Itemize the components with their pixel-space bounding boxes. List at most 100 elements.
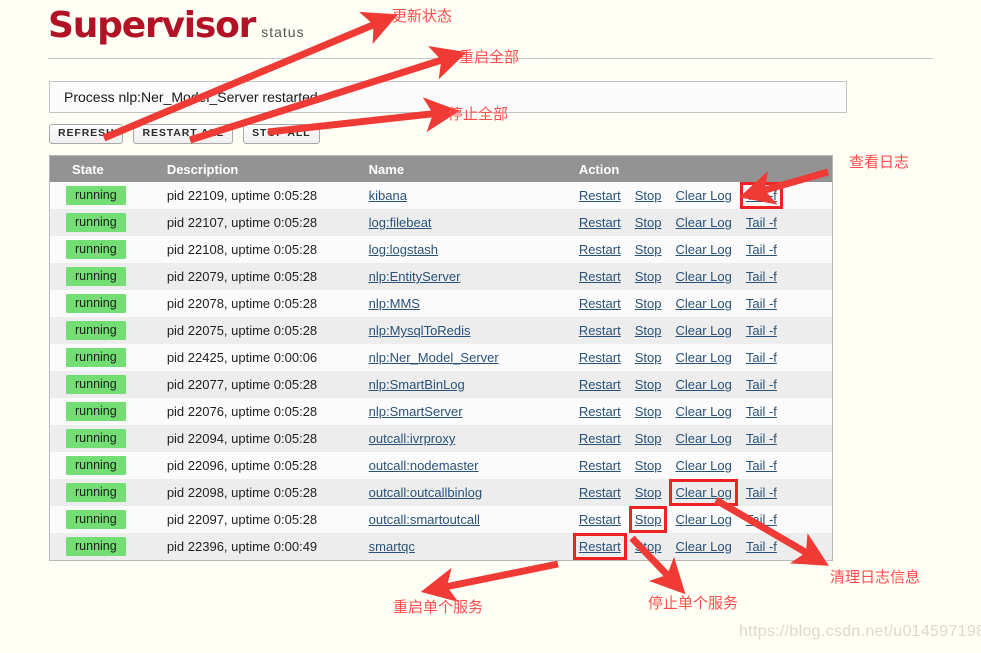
stop-action-link[interactable]: Stop (635, 296, 662, 311)
restart-action-link[interactable]: Restart (579, 539, 621, 554)
stop-action-link[interactable]: Stop (635, 350, 662, 365)
cell-action: Restart Stop Clear Log Tail -f (571, 425, 833, 452)
process-table-header: State Description Name Action (50, 156, 833, 183)
restart-action-link[interactable]: Restart (579, 323, 621, 338)
process-name-link[interactable]: outcall:ivrproxy (369, 431, 456, 446)
process-name-link[interactable]: nlp:SmartServer (369, 404, 463, 419)
restart-action-link[interactable]: Restart (579, 242, 621, 257)
restart-action-link[interactable]: Restart (579, 485, 621, 500)
cell-name: nlp:Ner_Model_Server (363, 344, 571, 371)
tail-log-action-link[interactable]: Tail -f (746, 458, 777, 473)
table-row: runningpid 22075, uptime 0:05:28nlp:Mysq… (50, 317, 833, 344)
restart-action-link[interactable]: Restart (579, 431, 621, 446)
cell-state: running (50, 263, 155, 290)
cell-state: running (50, 479, 155, 506)
cell-name: kibana (363, 182, 571, 209)
cell-description: pid 22396, uptime 0:00:49 (155, 533, 363, 560)
restart-action-link[interactable]: Restart (579, 215, 621, 230)
arrow-to-restart-single (440, 564, 558, 588)
stop-action-link[interactable]: Stop (635, 458, 662, 473)
process-name-link[interactable]: outcall:outcallbinlog (369, 485, 482, 500)
cell-description: pid 22096, uptime 0:05:28 (155, 452, 363, 479)
refresh-button[interactable]: REFRESH (49, 124, 123, 144)
table-row: runningpid 22094, uptime 0:05:28outcall:… (50, 425, 833, 452)
process-table-body: runningpid 22109, uptime 0:05:28kibanaRe… (50, 182, 833, 560)
stop-action-link[interactable]: Stop (635, 512, 662, 527)
process-name-link[interactable]: outcall:smartoutcall (369, 512, 480, 527)
clear-log-action-link[interactable]: Clear Log (675, 512, 731, 527)
tail-log-action-link[interactable]: Tail -f (746, 242, 777, 257)
stop-action-link[interactable]: Stop (635, 404, 662, 419)
tail-log-action-link[interactable]: Tail -f (746, 350, 777, 365)
process-name-link[interactable]: nlp:EntityServer (369, 269, 461, 284)
process-name-link[interactable]: log:logstash (369, 242, 438, 257)
status-badge: running (66, 483, 126, 502)
tail-log-action-link[interactable]: Tail -f (746, 323, 777, 338)
process-name-link[interactable]: nlp:MysqlToRedis (369, 323, 471, 338)
tail-log-action-link[interactable]: Tail -f (746, 404, 777, 419)
process-name-link[interactable]: nlp:SmartBinLog (369, 377, 465, 392)
stop-action-link[interactable]: Stop (635, 539, 662, 554)
clear-log-action-link[interactable]: Clear Log (675, 458, 731, 473)
restart-action-link[interactable]: Restart (579, 404, 621, 419)
stop-action-link[interactable]: Stop (635, 485, 662, 500)
restart-action-link[interactable]: Restart (579, 512, 621, 527)
restart-action-link[interactable]: Restart (579, 269, 621, 284)
stop-action-link[interactable]: Stop (635, 215, 662, 230)
annotation-clear-log-info: 清理日志信息 (830, 566, 920, 587)
clear-log-action-link[interactable]: Clear Log (675, 377, 731, 392)
clear-log-action-link[interactable]: Clear Log (675, 215, 731, 230)
clear-log-action-link[interactable]: Clear Log (675, 350, 731, 365)
clear-log-action-link[interactable]: Clear Log (675, 485, 731, 500)
clear-log-action-link[interactable]: Clear Log (675, 404, 731, 419)
status-badge: running (66, 375, 126, 394)
stop-action-link[interactable]: Stop (635, 431, 662, 446)
clear-log-action-link[interactable]: Clear Log (675, 431, 731, 446)
status-badge: running (66, 267, 126, 286)
tail-log-action-link[interactable]: Tail -f (746, 485, 777, 500)
stop-action-link[interactable]: Stop (635, 377, 662, 392)
process-name-link[interactable]: nlp:Ner_Model_Server (369, 350, 499, 365)
tail-log-action-link[interactable]: Tail -f (746, 215, 777, 230)
cell-state: running (50, 371, 155, 398)
tail-log-action-link[interactable]: Tail -f (746, 512, 777, 527)
cell-description: pid 22097, uptime 0:05:28 (155, 506, 363, 533)
process-name-link[interactable]: log:filebeat (369, 215, 432, 230)
cell-action: Restart Stop Clear Log Tail -f (571, 236, 833, 263)
cell-description: pid 22076, uptime 0:05:28 (155, 398, 363, 425)
tail-log-action-link[interactable]: Tail -f (746, 269, 777, 284)
cell-action: Restart Stop Clear Log Tail -f (571, 479, 833, 506)
process-table: State Description Name Action runningpid… (49, 155, 833, 561)
cell-name: nlp:MMS (363, 290, 571, 317)
stop-all-button[interactable]: STOP ALL (243, 124, 319, 144)
restart-action-link[interactable]: Restart (579, 296, 621, 311)
tail-log-action-link[interactable]: Tail -f (746, 188, 777, 203)
tail-log-action-link[interactable]: Tail -f (746, 431, 777, 446)
process-name-link[interactable]: kibana (369, 188, 407, 203)
status-badge: running (66, 537, 126, 556)
restart-action-link[interactable]: Restart (579, 350, 621, 365)
clear-log-action-link[interactable]: Clear Log (675, 539, 731, 554)
restart-action-link[interactable]: Restart (579, 377, 621, 392)
clear-log-action-link[interactable]: Clear Log (675, 188, 731, 203)
restart-all-button[interactable]: RESTART ALL (133, 124, 233, 144)
process-name-link[interactable]: outcall:nodemaster (369, 458, 479, 473)
stop-action-link[interactable]: Stop (635, 323, 662, 338)
clear-log-action-link[interactable]: Clear Log (675, 242, 731, 257)
clear-log-action-link[interactable]: Clear Log (675, 323, 731, 338)
stop-action-link[interactable]: Stop (635, 242, 662, 257)
clear-log-action-link[interactable]: Clear Log (675, 296, 731, 311)
cell-name: log:filebeat (363, 209, 571, 236)
tail-log-action-link[interactable]: Tail -f (746, 539, 777, 554)
process-name-link[interactable]: smartqc (369, 539, 415, 554)
tail-log-action-link[interactable]: Tail -f (746, 296, 777, 311)
stop-action-link[interactable]: Stop (635, 269, 662, 284)
tail-log-action-link[interactable]: Tail -f (746, 377, 777, 392)
restart-action-link[interactable]: Restart (579, 188, 621, 203)
stop-action-link[interactable]: Stop (635, 188, 662, 203)
app-logo-title: Supervisor (48, 5, 255, 46)
cell-description: pid 22075, uptime 0:05:28 (155, 317, 363, 344)
process-name-link[interactable]: nlp:MMS (369, 296, 420, 311)
clear-log-action-link[interactable]: Clear Log (675, 269, 731, 284)
restart-action-link[interactable]: Restart (579, 458, 621, 473)
